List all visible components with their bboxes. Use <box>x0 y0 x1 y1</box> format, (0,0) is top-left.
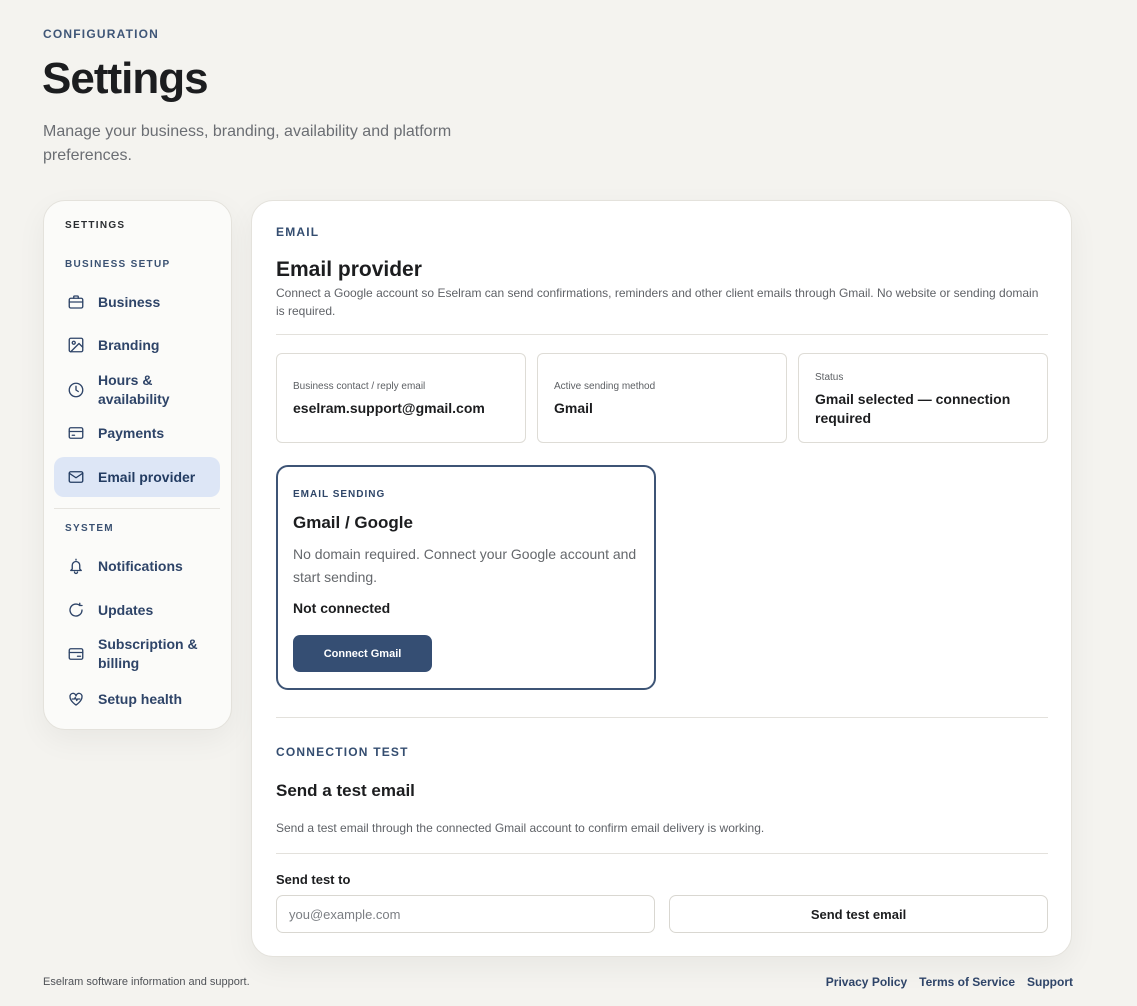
section-title: Email provider <box>276 258 422 281</box>
sidebar-item-label: Email provider <box>98 468 196 485</box>
sidebar-group-business-setup: BUSINESS SETUP <box>65 259 171 270</box>
connection-status: Not connected <box>293 600 391 616</box>
connect-gmail-button[interactable]: Connect Gmail <box>293 635 432 672</box>
sidebar-item-label: Setup health <box>98 690 183 707</box>
sidebar-item-payments[interactable]: Payments <box>54 419 220 447</box>
billing-card-icon <box>66 644 86 664</box>
sidebar-item-label: Branding <box>98 336 160 353</box>
gmail-sending-card: EMAIL SENDING Gmail / Google No domain r… <box>276 465 656 690</box>
section-title: Send a test email <box>276 781 415 800</box>
card-value: Gmail <box>554 400 593 416</box>
section-description: Send a test email through the connected … <box>276 821 765 835</box>
sidebar-item-setup-health[interactable]: Setup health <box>54 685 220 713</box>
section-divider <box>276 853 1048 854</box>
section-divider <box>276 334 1048 335</box>
card-description: No domain required. Connect your Google … <box>293 546 637 585</box>
heart-pulse-icon <box>66 689 86 709</box>
privacy-policy-link[interactable]: Privacy Policy <box>826 975 907 989</box>
test-email-input[interactable] <box>276 895 655 933</box>
credit-card-icon <box>66 423 86 443</box>
sidebar-item-label: Subscription & billing <box>98 636 198 671</box>
status-card: Status Gmail selected — connection requi… <box>798 353 1048 443</box>
sidebar-item-notifications[interactable]: Notifications <box>54 552 220 580</box>
status-value: Gmail selected — connection required <box>815 391 1011 426</box>
sidebar-item-label: Payments <box>98 424 165 441</box>
page-title: Settings <box>42 54 209 103</box>
refresh-icon <box>66 600 86 620</box>
sidebar-item-subscription-billing[interactable]: Subscription & billing <box>54 633 220 675</box>
sidebar-item-label: Hours & availability <box>98 372 170 407</box>
sidebar-heading: SETTINGS <box>65 220 126 231</box>
sidebar-item-hours-availability[interactable]: Hours & availability <box>54 369 220 411</box>
card-label: Status <box>815 372 844 383</box>
email-provider-panel: EMAIL Email provider Connect a Google ac… <box>251 200 1072 957</box>
footer-text: Eselram software information and support… <box>43 976 250 988</box>
sidebar-item-business[interactable]: Business <box>54 288 220 316</box>
reply-email-card: Business contact / reply email eselram.s… <box>276 353 526 443</box>
mail-icon <box>66 467 86 487</box>
sidebar-item-label: Updates <box>98 601 154 618</box>
sidebar-item-updates[interactable]: Updates <box>54 596 220 624</box>
sending-method-card: Active sending method Gmail <box>537 353 787 443</box>
page-subtitle: Manage your business, branding, availabi… <box>43 123 452 164</box>
settings-sidebar: SETTINGS BUSINESS SETUP Business Brandin… <box>43 200 232 730</box>
sidebar-group-system: SYSTEM <box>65 523 114 534</box>
section-divider <box>276 717 1048 718</box>
briefcase-icon <box>66 292 86 312</box>
sidebar-item-label: Business <box>98 293 161 310</box>
send-test-to-label: Send test to <box>276 872 351 887</box>
sidebar-divider <box>54 508 220 509</box>
terms-of-service-link[interactable]: Terms of Service <box>919 975 1015 989</box>
section-eyebrow: CONNECTION TEST <box>276 745 409 759</box>
clock-icon <box>66 380 86 400</box>
image-icon <box>66 335 86 355</box>
sidebar-item-email-provider[interactable]: Email provider <box>54 457 220 497</box>
sidebar-item-branding[interactable]: Branding <box>54 331 220 359</box>
sidebar-item-label: Notifications <box>98 557 183 574</box>
bell-icon <box>66 556 86 576</box>
card-label: Business contact / reply email <box>293 381 426 392</box>
card-label: Active sending method <box>554 381 656 392</box>
card-value: eselram.support@gmail.com <box>293 400 485 416</box>
section-description: Connect a Google account so Eselram can … <box>276 286 1039 318</box>
card-title: Gmail / Google <box>293 513 413 532</box>
page-eyebrow: CONFIGURATION <box>43 27 160 41</box>
send-test-email-button[interactable]: Send test email <box>669 895 1048 933</box>
card-eyebrow: EMAIL SENDING <box>293 489 386 500</box>
section-eyebrow: EMAIL <box>276 225 320 239</box>
footer-links: Privacy Policy Terms of Service Support <box>826 975 1073 989</box>
support-link[interactable]: Support <box>1027 975 1073 989</box>
